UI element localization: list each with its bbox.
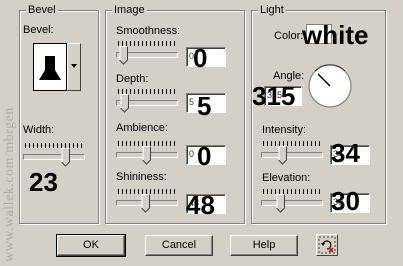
width-value: 23 <box>29 167 58 197</box>
watermark: www.wallek.com/mbrgen <box>0 0 20 266</box>
reset-button[interactable] <box>316 234 338 256</box>
smoothness-label: Smoothness: <box>116 25 181 37</box>
smoothness-value: 0 <box>193 43 208 73</box>
shininess-slider-thumb[interactable] <box>141 194 150 213</box>
ambience-label: Ambience: <box>116 122 168 134</box>
width-slider-thumb[interactable] <box>61 148 70 167</box>
bevel-shape-icon <box>39 56 61 80</box>
depth-slider[interactable] <box>116 89 178 115</box>
angle-value: 315 <box>252 81 296 111</box>
ambience-value: 0 <box>197 141 212 171</box>
bevel-preview[interactable] <box>33 43 67 91</box>
shininess-slider[interactable] <box>116 189 178 215</box>
intensity-slider[interactable] <box>261 141 323 167</box>
depth-slider-thumb[interactable] <box>120 94 130 113</box>
help-button[interactable]: Help <box>230 235 298 256</box>
width-slider-track <box>23 154 85 160</box>
image-group-title: Image <box>112 3 147 17</box>
cancel-button[interactable]: Cancel <box>145 235 213 256</box>
elevation-slider-ticks <box>263 189 321 194</box>
elevation-value: 30 <box>331 186 360 216</box>
width-slider[interactable] <box>23 143 85 169</box>
shininess-label: Shininess: <box>116 171 167 183</box>
elevation-slider[interactable] <box>261 189 323 215</box>
color-value: white <box>302 20 369 50</box>
light-group-title: Light <box>258 3 286 17</box>
reset-icon <box>318 236 336 254</box>
bevel-dropdown-button[interactable] <box>67 43 81 91</box>
intensity-label: Intensity: <box>262 124 307 136</box>
ambience-slider-thumb[interactable] <box>142 146 152 165</box>
smoothness-slider[interactable] <box>116 41 178 67</box>
intensity-slider-ticks <box>263 141 321 146</box>
shininess-value: 48 <box>186 190 215 220</box>
intensity-value: 34 <box>331 138 360 168</box>
angle-dial[interactable] <box>306 62 354 110</box>
watermark-text: www.wallek.com/mbrgen <box>2 107 17 262</box>
chevron-down-icon <box>71 64 77 68</box>
width-label: Width: <box>23 124 55 136</box>
bevel-group-title: Bevel <box>26 3 58 17</box>
color-label: Color: <box>274 30 304 42</box>
intensity-slider-track <box>261 152 323 158</box>
depth-input-text: 5 <box>189 97 195 107</box>
depth-value: 5 <box>197 91 212 121</box>
ambience-input-text: 0 <box>189 149 195 159</box>
elevation-label: Elevation: <box>262 172 311 184</box>
bevel-label: Bevel: <box>23 24 54 36</box>
smoothness-slider-thumb[interactable] <box>119 46 129 65</box>
elevation-slider-track <box>261 200 323 206</box>
intensity-slider-thumb[interactable] <box>278 146 288 165</box>
ok-button[interactable]: OK <box>56 234 126 257</box>
ambience-slider[interactable] <box>116 141 178 167</box>
depth-label: Depth: <box>116 73 149 85</box>
width-slider-ticks <box>25 143 83 148</box>
elevation-slider-thumb[interactable] <box>276 194 286 213</box>
